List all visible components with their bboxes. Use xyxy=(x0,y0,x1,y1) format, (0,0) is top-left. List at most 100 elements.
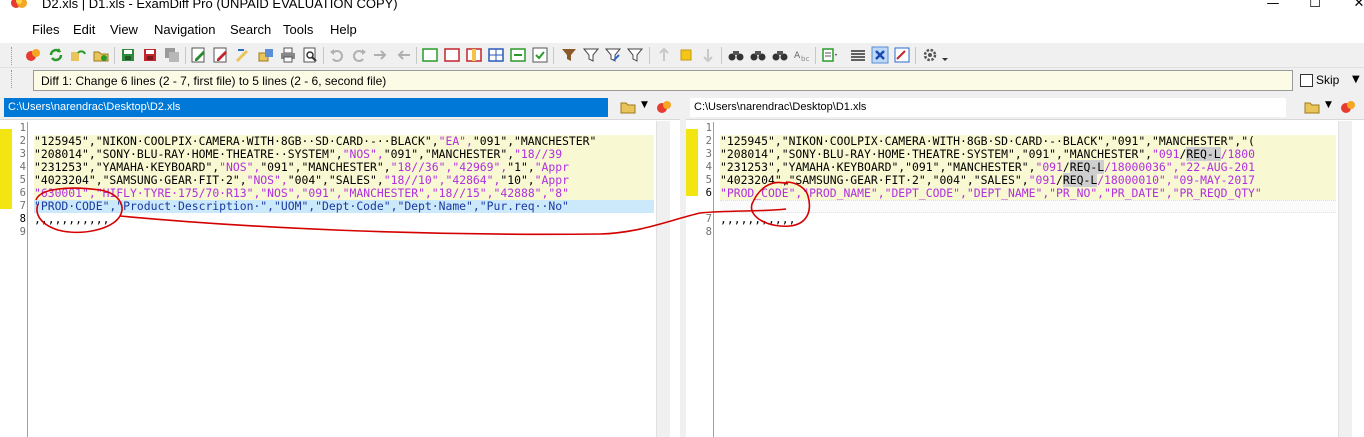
line-number: 7 xyxy=(705,213,712,225)
word-wrap-icon[interactable] xyxy=(871,46,889,64)
next-arrow-icon[interactable] xyxy=(372,46,390,64)
prev-diff-icon[interactable] xyxy=(655,46,673,64)
left-diff-gutter xyxy=(0,121,12,437)
print-icon[interactable] xyxy=(279,46,297,64)
view-right-icon[interactable] xyxy=(443,46,461,64)
left-text-area[interactable]: "125945","NIKON·COOLPIX·CAMERA·WITH·8GB·… xyxy=(34,122,654,437)
app-logo-icon xyxy=(11,0,27,8)
redo-icon[interactable] xyxy=(350,46,368,64)
code-text: "231253","YAMAHA·KEYBOARD", xyxy=(34,160,220,174)
save-all-icon[interactable] xyxy=(163,46,181,64)
check-icon[interactable] xyxy=(531,46,549,64)
line-number: 2 xyxy=(705,135,712,147)
left-vertical-scrollbar[interactable] xyxy=(656,121,670,437)
right-path-text: C:\Users\narendrac\Desktop\D1.xls xyxy=(694,101,867,113)
menu-search[interactable]: Search xyxy=(230,22,271,37)
diff-marker xyxy=(0,129,12,209)
menu-navigation[interactable]: Navigation xyxy=(154,22,215,37)
code-text: / xyxy=(1056,173,1063,187)
open-folder-icon[interactable] xyxy=(620,100,636,114)
code-text: "208014","SONY·BLU-RAY·HOME·THEATRE·SYST… xyxy=(720,147,1153,161)
replace-icon[interactable]: Abc xyxy=(793,46,811,64)
save-icon[interactable] xyxy=(119,46,137,64)
align-icon[interactable] xyxy=(849,46,867,64)
menu-view[interactable]: View xyxy=(110,22,138,37)
compare-icon[interactable] xyxy=(1339,98,1357,116)
report-icon[interactable] xyxy=(893,46,911,64)
filter-off-icon[interactable] xyxy=(582,46,600,64)
options-icon[interactable] xyxy=(821,46,839,64)
prev-arrow-icon[interactable] xyxy=(394,46,412,64)
svg-text:bc: bc xyxy=(801,55,809,63)
compare-icon[interactable] xyxy=(655,98,673,116)
settings-dropdown-icon[interactable] xyxy=(941,46,959,64)
current-diff-icon[interactable] xyxy=(677,46,695,64)
copy-icon[interactable] xyxy=(257,46,275,64)
sync-icon[interactable] xyxy=(509,46,527,64)
chevron-down-icon[interactable]: ▼ xyxy=(1352,74,1360,85)
diff-info-text: Diff 1: Change 6 lines (2 - 7, first fil… xyxy=(41,74,387,88)
changed-text: "630001", xyxy=(34,186,96,200)
code-line: "PROD·CODE","Product·Description·","UOM"… xyxy=(34,200,654,213)
changed-text: "09-MAY-2017 xyxy=(1172,173,1255,187)
view-both-icon[interactable] xyxy=(465,46,483,64)
next-diff-icon[interactable] xyxy=(699,46,717,64)
right-text-area[interactable]: "125945","NIKON·COOLPIX·CAMERA·WITH·8GB·… xyxy=(720,122,1336,437)
right-path-field[interactable]: C:\Users\narendrac\Desktop\D1.xls xyxy=(690,98,1286,117)
diffbar-grip[interactable] xyxy=(11,70,14,88)
menu-help[interactable]: Help xyxy=(330,22,357,37)
chevron-down-icon[interactable]: ▼ xyxy=(641,100,648,110)
merge-left-icon[interactable] xyxy=(234,46,252,64)
toolbar-separator xyxy=(553,47,554,64)
filter-edit-icon[interactable] xyxy=(604,46,622,64)
open-files-icon[interactable] xyxy=(24,46,42,64)
menu-edit[interactable]: Edit xyxy=(73,22,95,37)
diff-info-field[interactable]: Diff 1: Change 6 lines (2 - 7, first fil… xyxy=(33,70,1293,91)
print-preview-icon[interactable] xyxy=(301,46,319,64)
find-icon[interactable] xyxy=(727,46,745,64)
changed-text: "NOS", xyxy=(342,147,384,161)
menu-files[interactable]: Files xyxy=(32,22,59,37)
changed-text: REQ-L xyxy=(1069,160,1105,174)
save-as-icon[interactable] xyxy=(141,46,159,64)
changed-text: "18//15", xyxy=(431,186,494,200)
filter-clear-icon[interactable] xyxy=(626,46,644,64)
skip-checkbox[interactable] xyxy=(1300,74,1313,87)
changed-text: "18//36", xyxy=(390,160,453,174)
toolbar-separator xyxy=(185,47,186,64)
changed-text: "NOS", xyxy=(219,160,261,174)
refresh-icon[interactable] xyxy=(47,46,65,64)
line-number: 4 xyxy=(19,161,26,173)
toolbar-grip[interactable] xyxy=(11,47,14,65)
edit-right-icon[interactable] xyxy=(212,46,230,64)
line-number: 5 xyxy=(19,174,26,186)
code-text: "208014","SONY·BLU-RAY·HOME·THEATRE··SYS… xyxy=(34,147,343,161)
filter-icon[interactable] xyxy=(560,46,578,64)
open-folder-icon[interactable] xyxy=(1304,100,1320,114)
chevron-down-icon[interactable]: ▼ xyxy=(1325,100,1332,110)
line-number: 6 xyxy=(19,187,26,199)
view-grid-icon[interactable] xyxy=(487,46,505,64)
right-vertical-scrollbar[interactable] xyxy=(1338,121,1352,437)
open-folder-icon[interactable] xyxy=(92,46,110,64)
edit-left-icon[interactable] xyxy=(190,46,208,64)
close-button[interactable]: ✕ xyxy=(1336,0,1364,14)
code-text: "091","MANCHESTER" xyxy=(472,134,597,148)
left-path-field[interactable]: C:\Users\narendrac\Desktop\D2.xls xyxy=(4,98,608,117)
code-text: "10", xyxy=(500,173,535,187)
right-pane: C:\Users\narendrac\Desktop\D1.xls ▼ 1 2 … xyxy=(686,94,1364,437)
settings-icon[interactable] xyxy=(921,46,939,64)
code-line: ,,,,,,,,,,, xyxy=(720,212,796,226)
code-text: "231253","YAMAHA·KEYBOARD","091","MANCHE… xyxy=(720,160,1036,174)
toolbar-separator xyxy=(915,47,916,64)
rescan-icon[interactable] xyxy=(69,46,87,64)
changed-text: "22-AUG-201 xyxy=(1179,160,1255,174)
minimize-button[interactable]: — xyxy=(1250,0,1296,14)
maximize-button[interactable]: ☐ xyxy=(1292,0,1338,14)
find-next-icon[interactable] xyxy=(749,46,767,64)
undo-icon[interactable] xyxy=(328,46,346,64)
toolbar-separator xyxy=(323,47,324,64)
find-prev-icon[interactable] xyxy=(771,46,789,64)
view-left-icon[interactable] xyxy=(421,46,439,64)
menu-tools[interactable]: Tools xyxy=(283,22,313,37)
